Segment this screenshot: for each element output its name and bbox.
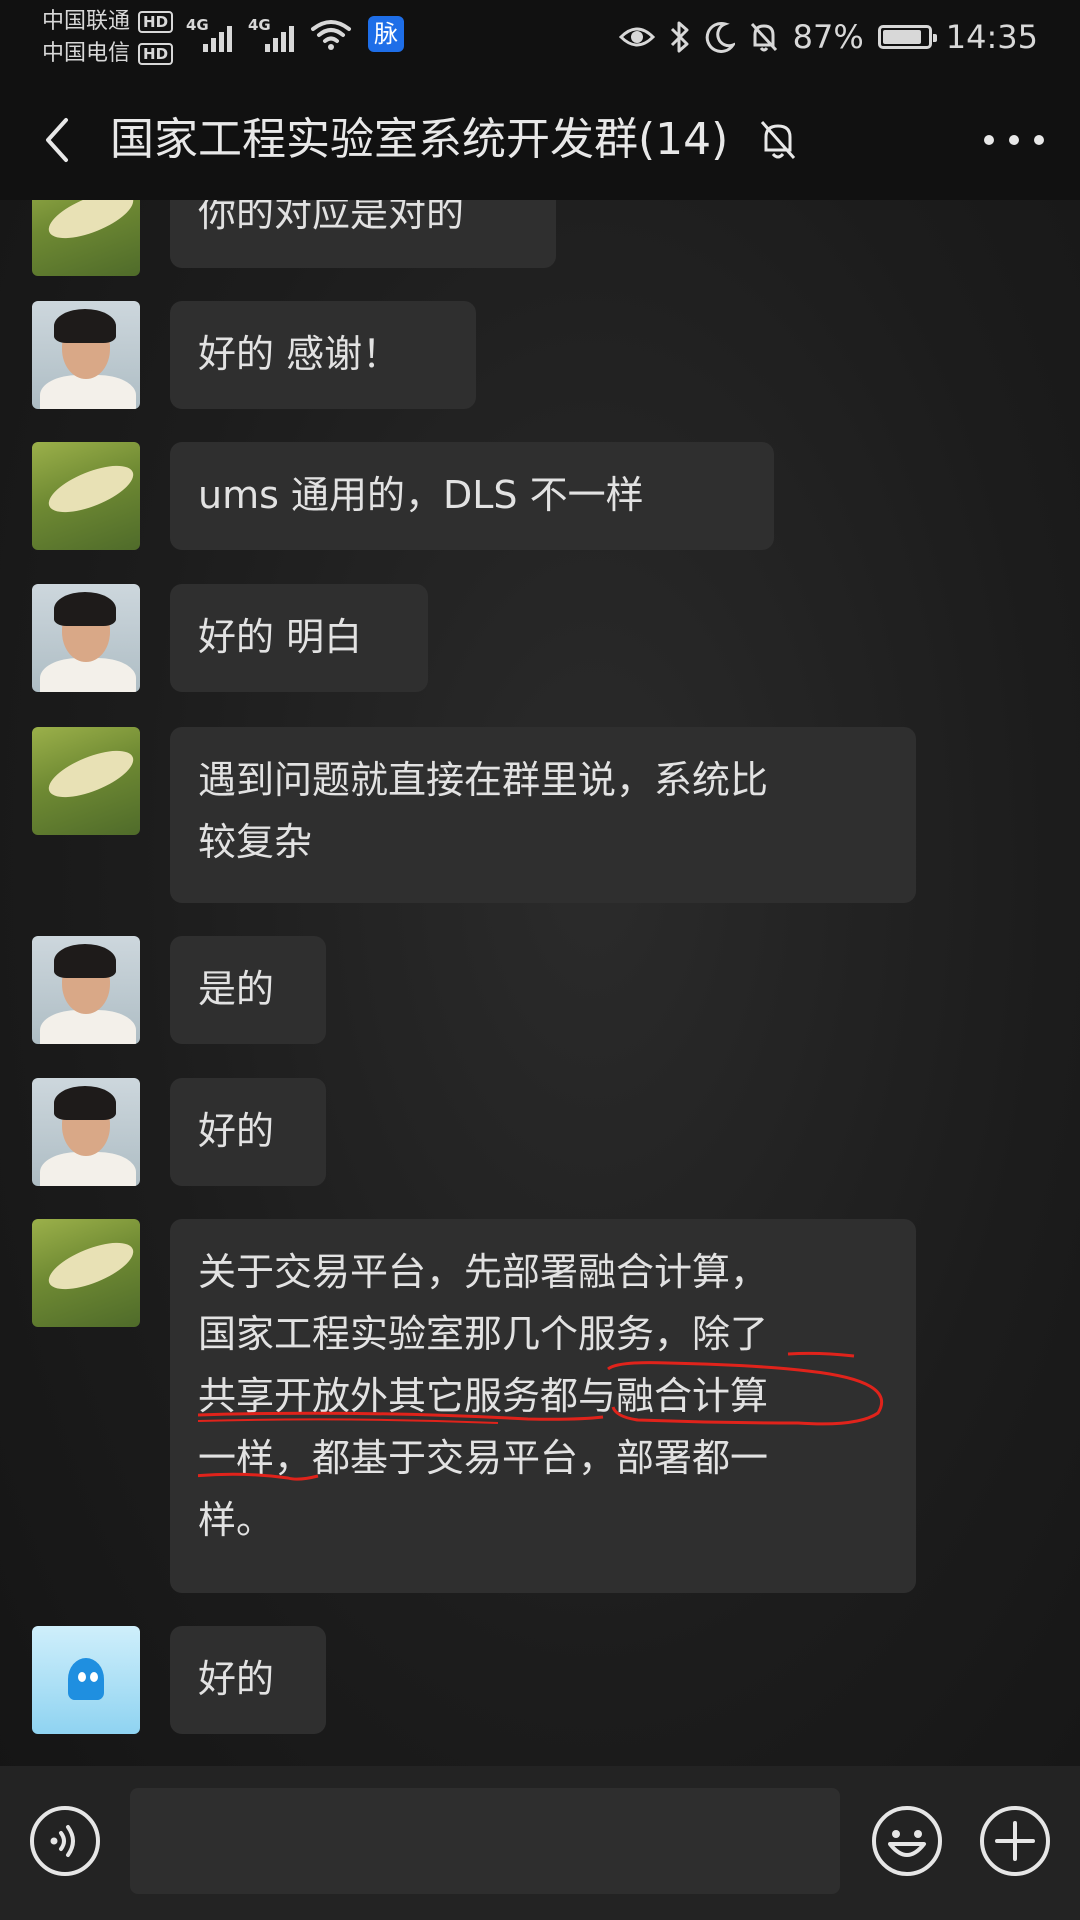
input-bar	[0, 1766, 1080, 1920]
carrier-info: 中国联通 HD 中国电信 HD	[42, 6, 174, 70]
network-indicators: 4G 4G 脉	[186, 16, 404, 52]
message-line: 一样，都基于交易平台，部署都一	[198, 1436, 769, 1480]
avatar[interactable]	[32, 1219, 140, 1327]
emoji-icon[interactable]	[870, 1804, 944, 1878]
message-bubble[interactable]: 关于交易平台，先部署融合计算， 国家工程实验室那几个服务，除了 共享开放外其它服…	[170, 1219, 916, 1593]
message-text: 好的 感谢！	[198, 332, 401, 376]
battery-percent: 87%	[792, 18, 864, 56]
avatar[interactable]	[32, 1078, 140, 1186]
message-line: 共享开放外其它服务都与融合计算	[198, 1374, 769, 1418]
app-notification-icon: 脉	[368, 16, 404, 52]
message-bubble[interactable]: 遇到问题就直接在群里说，系统比 较复杂	[170, 727, 916, 903]
voice-icon[interactable]	[28, 1804, 102, 1878]
status-bar: 中国联通 HD 中国电信 HD 4G 4G 脉 87% 14:35	[0, 0, 1080, 80]
message-line: 关于交易平台，先部署融合计算，	[198, 1250, 769, 1294]
message-list[interactable]: 你的对应是对的 好的 感谢！ ums 通用的，DLS 不一样 好的 明白 遇到问…	[0, 200, 1080, 1766]
status-right: 87% 14:35	[618, 18, 1038, 56]
bell-off-icon	[750, 22, 777, 52]
message-bubble[interactable]: 好的	[170, 1078, 326, 1186]
avatar[interactable]	[32, 301, 140, 409]
avatar[interactable]	[32, 442, 140, 550]
message-bubble[interactable]: 好的 感谢！	[170, 301, 476, 409]
message-bubble[interactable]: ums 通用的，DLS 不一样	[170, 442, 774, 550]
carrier-2: 中国电信	[42, 41, 131, 66]
message-text: 好的 明白	[198, 615, 363, 659]
signal-icon: 4G	[248, 16, 294, 52]
mute-bell-icon	[760, 121, 796, 159]
chat-header: 国家工程实验室系统开发群(14)	[0, 80, 1080, 200]
back-arrow-icon[interactable]	[36, 110, 76, 170]
message-bubble[interactable]: 你的对应是对的	[170, 200, 556, 268]
message-text: 好的	[198, 1109, 275, 1153]
message-line: 较复杂	[198, 820, 313, 864]
message-input[interactable]	[130, 1788, 840, 1894]
avatar[interactable]	[32, 936, 140, 1044]
message-text: 你的对应是对的	[198, 200, 465, 235]
message-bubble[interactable]: 好的	[170, 1626, 326, 1734]
message-line: 国家工程实验室那几个服务，除了	[198, 1312, 769, 1356]
message-text: ums 通用的，DLS 不一样	[198, 473, 644, 517]
eye-icon	[618, 27, 655, 47]
avatar[interactable]	[32, 200, 140, 276]
avatar[interactable]	[32, 1626, 140, 1734]
carrier-1: 中国联通	[42, 9, 131, 34]
chat-title: 国家工程实验室系统开发群(14)	[110, 114, 729, 165]
battery-icon	[877, 25, 937, 49]
avatar[interactable]	[32, 727, 140, 835]
wifi-icon	[311, 20, 351, 50]
message-text: 好的	[198, 1657, 275, 1701]
message-bubble[interactable]: 是的	[170, 936, 326, 1044]
avatar[interactable]	[32, 584, 140, 692]
clock: 14:35	[945, 18, 1038, 56]
moon-icon	[705, 21, 735, 53]
message-text: 是的	[198, 967, 275, 1011]
message-bubble[interactable]: 好的 明白	[170, 584, 428, 692]
hd-badge: HD	[138, 43, 174, 65]
plus-icon[interactable]	[978, 1804, 1052, 1878]
more-dots-icon[interactable]	[984, 122, 1044, 158]
message-line: 样。	[198, 1498, 275, 1542]
signal-icon: 4G	[186, 16, 232, 52]
message-line: 遇到问题就直接在群里说，系统比	[198, 758, 769, 802]
hd-badge: HD	[138, 11, 174, 33]
bluetooth-icon	[670, 21, 689, 53]
